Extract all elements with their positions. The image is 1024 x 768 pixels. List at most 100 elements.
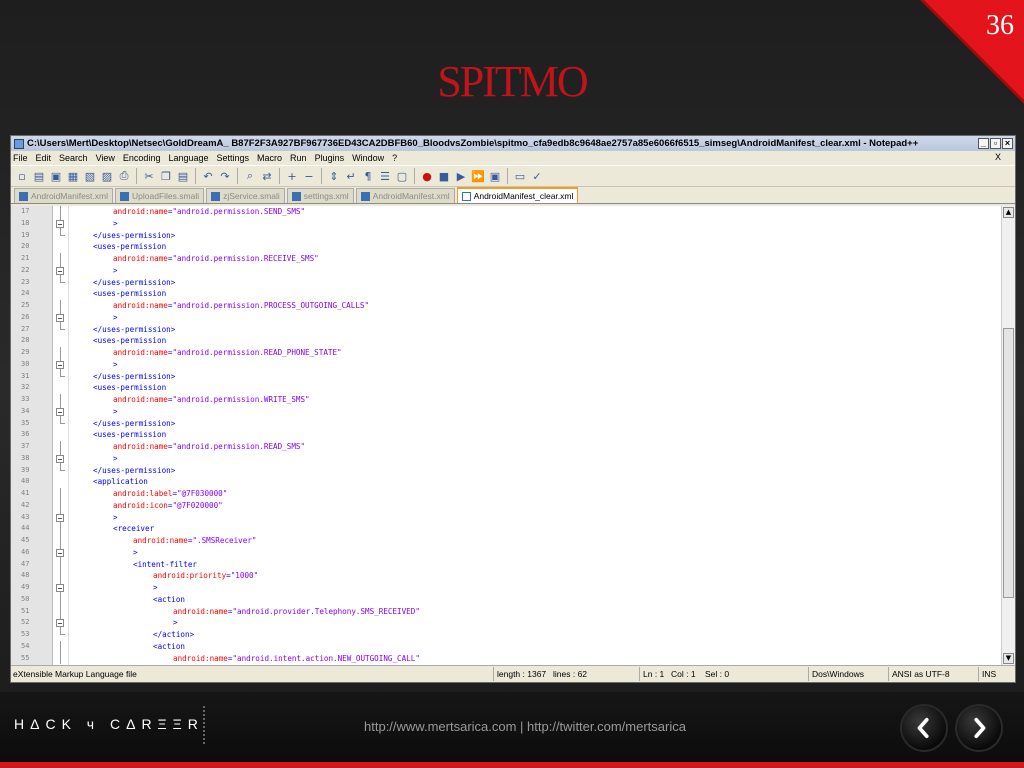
code-line[interactable]: <action <box>69 641 1001 653</box>
record-macro-icon[interactable]: ● <box>420 169 434 183</box>
menu-edit[interactable]: Edit <box>36 153 52 163</box>
fold-toggle-icon[interactable] <box>56 454 64 463</box>
cut-icon[interactable]: ✂ <box>142 169 156 183</box>
menu-help[interactable]: ? <box>392 153 397 163</box>
code-line[interactable]: android:name="android.intent.action.NEW_… <box>69 653 1001 665</box>
code-line[interactable]: <uses-permission <box>69 382 1001 394</box>
run-macro-multiple-icon[interactable]: ⏩ <box>471 169 485 183</box>
fold-marker[interactable] <box>53 452 68 465</box>
fold-toggle-icon[interactable] <box>56 407 64 416</box>
code-line[interactable]: > <box>69 617 1001 629</box>
copy-icon[interactable]: ❐ <box>159 169 173 183</box>
code-line[interactable]: android:name="android.permission.PROCESS… <box>69 300 1001 312</box>
code-line[interactable]: </uses-permission> <box>69 324 1001 336</box>
code-line[interactable]: android:icon="@7F020000" <box>69 500 1001 512</box>
fold-marker[interactable] <box>53 405 68 418</box>
previous-slide-button[interactable] <box>902 706 946 750</box>
tab-androidmanifest-clear[interactable]: AndroidManifest_clear.xml <box>456 187 579 203</box>
fold-toggle-icon[interactable] <box>56 548 64 557</box>
code-line[interactable]: </uses-permission> <box>69 277 1001 289</box>
fold-marker[interactable] <box>53 582 68 594</box>
code-line[interactable]: android:name="android.permission.RECEIVE… <box>69 253 1001 265</box>
new-file-icon[interactable]: ▫ <box>15 169 29 183</box>
code-line[interactable]: android:label="@7F030000" <box>69 488 1001 500</box>
play-macro-icon[interactable]: ▶ <box>454 169 468 183</box>
code-line[interactable]: </action> <box>69 629 1001 641</box>
code-line[interactable]: > <box>69 453 1001 465</box>
code-line[interactable]: <uses-permission <box>69 241 1001 253</box>
fold-marker[interactable] <box>53 617 68 629</box>
fold-marker[interactable] <box>53 511 68 524</box>
menu-macro[interactable]: Macro <box>257 153 282 163</box>
indent-guide-icon[interactable]: ☰ <box>378 169 392 183</box>
fold-margin[interactable] <box>53 206 69 665</box>
code-line[interactable]: > <box>69 359 1001 371</box>
close-button[interactable]: × <box>1002 138 1013 149</box>
document-close-button[interactable]: X <box>995 152 1001 162</box>
code-line[interactable]: android:name="android.permission.READ_PH… <box>69 347 1001 359</box>
code-line[interactable]: android:name="android.permission.READ_SM… <box>69 441 1001 453</box>
tab-settings[interactable]: settings.xml <box>286 188 354 203</box>
tab-uploadfiles[interactable]: UploadFiles.smali <box>115 188 205 203</box>
show-all-chars-icon[interactable]: ¶ <box>361 169 375 183</box>
menu-settings[interactable]: Settings <box>217 153 250 163</box>
menu-search[interactable]: Search <box>59 153 88 163</box>
scroll-up-arrow-icon[interactable]: ▲ <box>1003 207 1014 218</box>
code-line[interactable]: > <box>69 406 1001 418</box>
print-icon[interactable]: ⎙ <box>117 169 131 183</box>
code-line[interactable]: <uses-permission <box>69 288 1001 300</box>
code-line[interactable]: </uses-permission> <box>69 465 1001 477</box>
spell-check-icon[interactable]: ✓ <box>530 169 544 183</box>
vertical-scrollbar[interactable]: ▲ ▼ <box>1001 206 1015 665</box>
fold-marker[interactable] <box>53 546 68 559</box>
fold-marker[interactable] <box>53 217 68 230</box>
monitoring-icon[interactable]: ▭ <box>513 169 527 183</box>
find-icon[interactable]: ⌕ <box>243 169 257 183</box>
code-line[interactable]: android:name="android.permission.SEND_SM… <box>69 206 1001 218</box>
code-line[interactable]: <intent-filter <box>69 559 1001 571</box>
fold-toggle-icon[interactable] <box>56 266 64 275</box>
fold-toggle-icon[interactable] <box>56 513 64 522</box>
code-line[interactable]: > <box>69 582 1001 594</box>
sync-scroll-icon[interactable]: ⇕ <box>327 169 341 183</box>
code-line[interactable]: </uses-permission> <box>69 418 1001 430</box>
code-line[interactable]: <uses-permission <box>69 429 1001 441</box>
code-line[interactable]: > <box>69 218 1001 230</box>
code-line[interactable]: </uses-permission> <box>69 230 1001 242</box>
menu-file[interactable]: File <box>13 153 28 163</box>
tab-zjservice[interactable]: zjService.smali <box>206 188 285 203</box>
redo-icon[interactable]: ↷ <box>218 169 232 183</box>
stop-macro-icon[interactable]: ■ <box>437 169 451 183</box>
paste-icon[interactable]: ▤ <box>176 169 190 183</box>
fold-marker[interactable] <box>53 264 68 277</box>
code-line[interactable]: <action <box>69 594 1001 606</box>
code-line[interactable]: android:priority="1000" <box>69 570 1001 582</box>
fold-toggle-icon[interactable] <box>56 584 64 592</box>
code-text[interactable]: android:name="android.permission.SEND_SM… <box>69 206 1001 665</box>
tab-androidmanifest-2[interactable]: AndroidManifest.xml <box>355 188 455 203</box>
scroll-down-arrow-icon[interactable]: ▼ <box>1003 653 1014 664</box>
code-line[interactable]: > <box>69 547 1001 559</box>
code-line[interactable]: android:name="android.provider.Telephony… <box>69 606 1001 618</box>
save-macro-icon[interactable]: ▣ <box>488 169 502 183</box>
fold-toggle-icon[interactable] <box>56 219 64 228</box>
save-icon[interactable]: ▣ <box>49 169 63 183</box>
user-lang-icon[interactable]: ▢ <box>395 169 409 183</box>
menu-run[interactable]: Run <box>290 153 307 163</box>
code-line[interactable]: <application <box>69 476 1001 488</box>
editor-area[interactable]: 17 18 19 20 21 22 23 24 25 26 27 28 29 30 31 32 33 34 35 36… <box>11 206 1015 665</box>
fold-marker[interactable] <box>53 311 68 324</box>
open-file-icon[interactable]: ▤ <box>32 169 46 183</box>
code-line[interactable]: > <box>69 512 1001 524</box>
close-file-icon[interactable]: ▧ <box>83 169 97 183</box>
code-line[interactable]: <receiver <box>69 523 1001 535</box>
menu-window[interactable]: Window <box>352 153 384 163</box>
replace-icon[interactable]: ⇄ <box>260 169 274 183</box>
menu-view[interactable]: View <box>96 153 115 163</box>
scroll-thumb[interactable] <box>1003 328 1014 598</box>
close-all-icon[interactable]: ▨ <box>100 169 114 183</box>
code-line[interactable]: > <box>69 265 1001 277</box>
zoom-out-icon[interactable]: − <box>302 169 316 183</box>
menu-encoding[interactable]: Encoding <box>123 153 161 163</box>
code-line[interactable]: android:name=".SMSReceiver" <box>69 535 1001 547</box>
